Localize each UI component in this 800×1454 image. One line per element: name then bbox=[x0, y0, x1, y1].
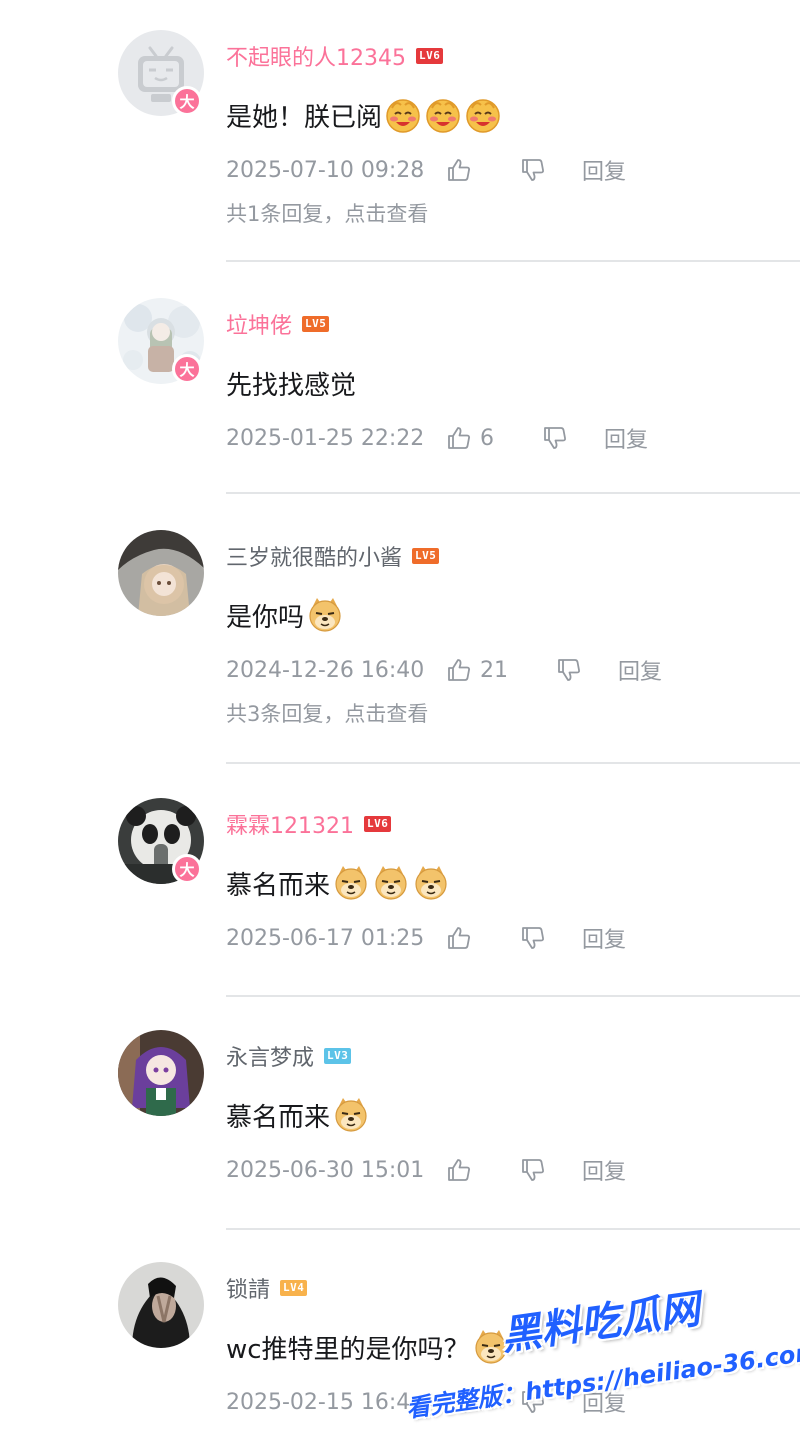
username[interactable]: 三岁就很酷的小酱 bbox=[226, 540, 402, 572]
level-badge: LV3 bbox=[324, 1048, 352, 1064]
thumbs-down-icon bbox=[542, 425, 568, 451]
comment-text-body: 是你吗 bbox=[226, 602, 305, 633]
dislike-button[interactable] bbox=[520, 925, 546, 951]
thumbs-down-icon bbox=[556, 657, 582, 683]
level-badge: LV6 bbox=[416, 48, 444, 64]
vip-badge: 大 bbox=[172, 854, 202, 884]
thumbs-up-icon bbox=[446, 1389, 472, 1415]
doge-emoji bbox=[306, 596, 344, 634]
comment-text-body: 慕名而来 bbox=[226, 1102, 331, 1133]
level-badge: LV4 bbox=[280, 1280, 308, 1296]
comment-text: 是她！朕已阅 bbox=[226, 93, 502, 137]
doge-emoji bbox=[372, 864, 410, 902]
thumbs-down-icon bbox=[520, 1157, 546, 1183]
comment-item: 大 垃坤佬 LV5 先找找感觉 2025-01-25 22:22 6 回复 bbox=[0, 268, 800, 500]
comment-text-body: 慕名而来 bbox=[226, 870, 331, 901]
thumbs-down-icon bbox=[520, 1389, 546, 1415]
comment-time: 2025-07-10 09:28 bbox=[226, 157, 425, 183]
view-replies-link[interactable]: 共1条回复，点击查看 bbox=[226, 198, 428, 228]
vip-badge: 大 bbox=[172, 354, 202, 384]
comment-text: 是你吗 bbox=[226, 593, 344, 637]
comment-time: 2024-12-26 16:40 bbox=[226, 657, 425, 683]
comment-time: 2025-01-25 22:22 bbox=[226, 425, 425, 451]
comment-item: 大 霖霖121321 LV6 慕名而来 2025-06-17 01:25 回复 bbox=[0, 768, 800, 1000]
comment-item: 大 不起眼的人12345 LV6 是她！朕已阅 2025-07-10 09:28 bbox=[0, 0, 800, 232]
dislike-button[interactable] bbox=[556, 657, 582, 683]
like-button[interactable]: 6 bbox=[446, 425, 494, 451]
thumbs-up-icon bbox=[446, 157, 472, 183]
comment-text: 先找找感觉 bbox=[226, 361, 356, 405]
comment-text: wc推特里的是你吗？ bbox=[226, 1325, 510, 1369]
divider bbox=[226, 492, 800, 494]
blush-face-emoji bbox=[384, 96, 422, 134]
thumbs-up-icon bbox=[446, 657, 472, 683]
avatar[interactable] bbox=[118, 1262, 204, 1348]
level-badge: LV6 bbox=[363, 816, 392, 832]
reply-button[interactable]: 回复 bbox=[582, 1154, 626, 1186]
thumbs-up-icon bbox=[446, 425, 472, 451]
username[interactable]: 锁請 bbox=[226, 1272, 270, 1304]
like-button[interactable]: 21 bbox=[446, 657, 508, 683]
avatar[interactable] bbox=[118, 530, 204, 616]
divider bbox=[226, 1228, 800, 1230]
comment-time: 2025-06-30 15:01 bbox=[226, 1157, 425, 1183]
comment-list: 大 不起眼的人12345 LV6 是她！朕已阅 2025-07-10 09:28 bbox=[0, 0, 800, 1454]
comment-text-body: 先找找感觉 bbox=[226, 370, 357, 401]
like-button[interactable] bbox=[446, 1389, 472, 1415]
reply-button[interactable]: 回复 bbox=[582, 1386, 626, 1418]
dislike-button[interactable] bbox=[520, 1389, 546, 1415]
comment-text-body: 是她！朕已阅 bbox=[226, 102, 383, 133]
doge-emoji bbox=[332, 1096, 370, 1134]
reply-button[interactable]: 回复 bbox=[582, 154, 626, 186]
comment-text: 慕名而来 bbox=[226, 861, 450, 905]
thumbs-down-icon bbox=[520, 925, 546, 951]
like-count: 21 bbox=[480, 657, 508, 683]
doge-emoji bbox=[472, 1328, 510, 1366]
dislike-button[interactable] bbox=[520, 1157, 546, 1183]
comment-time: 2025-06-17 01:25 bbox=[226, 925, 425, 951]
comment-text: 慕名而来 bbox=[226, 1093, 370, 1137]
avatar[interactable] bbox=[118, 1030, 204, 1116]
comment-text-body: wc推特里的是你吗？ bbox=[226, 1334, 470, 1365]
like-button[interactable] bbox=[446, 1157, 472, 1183]
thumbs-up-icon bbox=[446, 1157, 472, 1183]
doge-emoji bbox=[412, 864, 450, 902]
divider bbox=[226, 995, 800, 997]
comment-time: 2025-02-15 16:4 bbox=[226, 1389, 411, 1415]
divider bbox=[226, 762, 800, 764]
username[interactable]: 垃坤佬 bbox=[226, 308, 292, 340]
comment-item: 三岁就很酷的小酱 LV5 是你吗 2024-12-26 16:40 21 回复 … bbox=[0, 500, 800, 732]
thumbs-up-icon bbox=[446, 925, 472, 951]
comment-item: 锁請 LV4 wc推特里的是你吗？ 2025-02-15 16:4 回复 bbox=[0, 1232, 800, 1454]
blush-face-emoji bbox=[424, 96, 462, 134]
view-replies-link[interactable]: 共3条回复，点击查看 bbox=[226, 698, 428, 728]
dislike-button[interactable] bbox=[520, 157, 546, 183]
username[interactable]: 不起眼的人12345 bbox=[226, 40, 406, 72]
username[interactable]: 永言梦成 bbox=[226, 1040, 314, 1072]
comment-item: 永言梦成 LV3 慕名而来 2025-06-30 15:01 回复 bbox=[0, 1000, 800, 1232]
reply-button[interactable]: 回复 bbox=[604, 422, 648, 454]
reply-button[interactable]: 回复 bbox=[618, 654, 662, 686]
vip-badge: 大 bbox=[172, 86, 202, 116]
like-button[interactable] bbox=[446, 925, 472, 951]
like-button[interactable] bbox=[446, 157, 472, 183]
username[interactable]: 霖霖121321 bbox=[226, 808, 354, 840]
divider bbox=[226, 260, 800, 262]
reply-button[interactable]: 回复 bbox=[582, 922, 626, 954]
level-badge: LV5 bbox=[412, 548, 440, 564]
thumbs-down-icon bbox=[520, 157, 546, 183]
blush-face-emoji bbox=[464, 96, 502, 134]
level-badge: LV5 bbox=[302, 316, 330, 332]
doge-emoji bbox=[332, 864, 370, 902]
like-count: 6 bbox=[480, 425, 494, 451]
dislike-button[interactable] bbox=[542, 425, 568, 451]
